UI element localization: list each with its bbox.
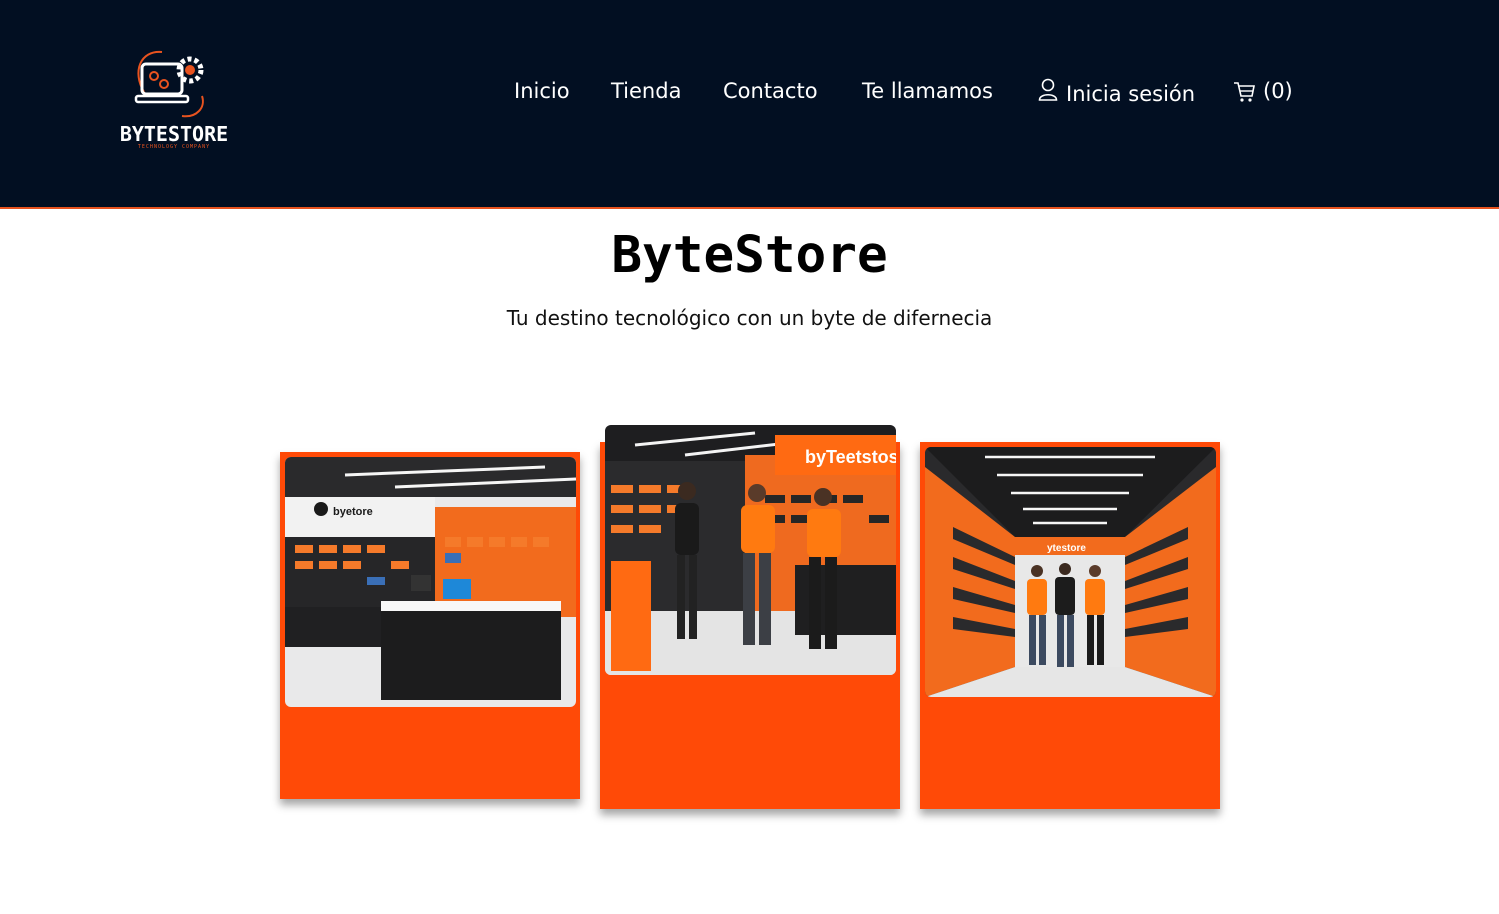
nav-inicio[interactable]: Inicio xyxy=(514,79,570,103)
logo-icon xyxy=(134,50,204,118)
cart-link[interactable]: (0) xyxy=(1233,79,1293,103)
cart-icon xyxy=(1234,82,1255,102)
login-label: Inicia sesión xyxy=(1066,82,1196,106)
nav-tienda[interactable]: Tienda xyxy=(611,79,681,103)
login-link[interactable]: Inicia sesión xyxy=(1038,78,1195,106)
page-title: ByteStore xyxy=(611,226,888,285)
store-staff-photo: byTeetstos xyxy=(605,425,896,675)
page-subtitle: Tu destino tecnológico con un byte de di… xyxy=(506,306,993,330)
store-sign-text: byTeetstos xyxy=(805,447,896,467)
cart-count: (0) xyxy=(1263,79,1293,103)
store-sign-text: byetore xyxy=(333,506,373,518)
logo-subtext: TECHNOLOGY COMPANY xyxy=(137,144,211,150)
site-header: BYTESTORE TECHNOLOGY COMPANY Inicio Tien… xyxy=(0,0,1499,209)
nav-te-llamamos[interactable]: Te llamamos xyxy=(862,79,993,103)
store-interior-photo: byetore xyxy=(285,457,576,707)
logo-text: BYTESTORE xyxy=(119,122,229,146)
user-icon xyxy=(1038,78,1058,101)
nav-contacto[interactable]: Contacto xyxy=(723,79,818,103)
store-aisle-photo: ytestore xyxy=(925,447,1216,697)
store-sign-text: ytestore xyxy=(1047,543,1086,554)
logo[interactable]: BYTESTORE TECHNOLOGY COMPANY xyxy=(104,46,244,156)
